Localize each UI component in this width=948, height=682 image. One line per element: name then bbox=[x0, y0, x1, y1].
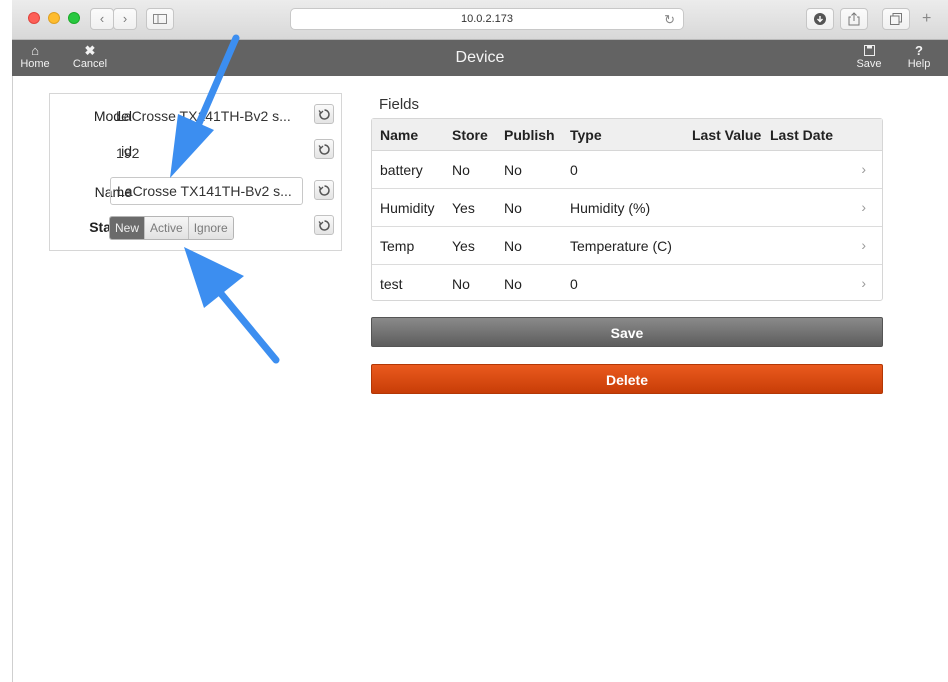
screenshot-frame: ‹ › 10.0.2.173 ↻ + Device ⌂ Home ✖ Cance… bbox=[0, 0, 948, 682]
arrow-to-name-field bbox=[170, 34, 240, 178]
annotation-arrows bbox=[170, 34, 280, 364]
arrow-to-status-control bbox=[184, 247, 280, 364]
